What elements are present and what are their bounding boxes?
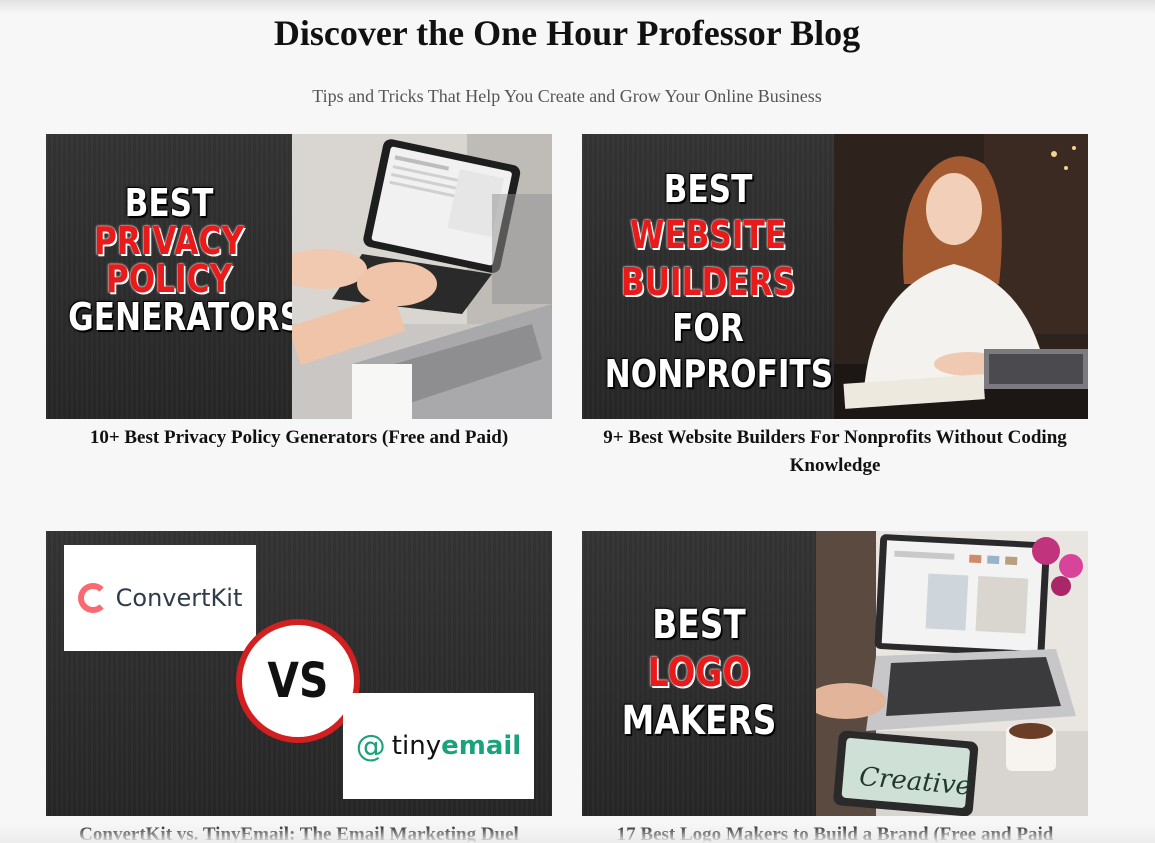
thumb-text-line: BUILDERS [620,259,796,304]
designer-laptop-photo: Creative [816,531,1088,816]
post-title-link[interactable]: 10+ Best Privacy Policy Generators (Free… [46,424,552,452]
tinyemail-logo-text-email: email [441,731,522,761]
versus-badge: VS [236,619,360,743]
post-title-link[interactable]: 9+ Best Website Builders For Nonprofits … [582,424,1088,480]
post-thumbnail[interactable]: BEST WEBSITE BUILDERS FOR NONPROFITS [582,134,1088,419]
post-card-website-builders[interactable]: BEST WEBSITE BUILDERS FOR NONPROFITS 9+ … [582,134,1088,480]
post-title-link[interactable]: 17 Best Logo Makers to Build a Brand (Fr… [582,821,1088,843]
thumb-text-line: GENERATORS [68,295,303,339]
post-title-link[interactable]: ConvertKit vs. TinyEmail: The Email Mark… [46,821,552,843]
thumb-text-line: BEST [124,181,214,225]
thumb-text-line: BEST [663,167,753,211]
tinyemail-logo-text-tiny: tiny [391,731,442,761]
thumb-text-line: LOGO [647,650,751,696]
versus-text: VS [267,653,329,709]
page-title: Discover the One Hour Professor Blog [273,13,861,53]
thumb-text-line: MAKERS [621,698,777,744]
post-card-privacy-policy[interactable]: BEST PRIVACY POLICY GENERATORS 10+ Best … [46,134,552,452]
thumb-text-line: BEST [652,602,746,648]
post-card-logo-makers[interactable]: BEST LOGO MAKERS Creative 17 Best Logo M… [582,531,1088,843]
thumbnail-title-text: BEST PRIVACY POLICY GENERATORS [68,181,303,339]
page-subtitle: Tips and Tricks That Help You Create and… [312,86,822,106]
convertkit-logo-box: ConvertKit [64,545,256,651]
woman-at-desk-photo [834,134,1088,419]
thumb-text-line: PRIVACY [94,219,244,263]
thumb-text-line: POLICY [105,257,233,301]
tinyemail-logo-box: @ tiny email [343,693,534,799]
convertkit-logo-text: ConvertKit [115,584,243,612]
thumb-text-line: WEBSITE [629,213,786,258]
post-thumbnail[interactable]: ConvertKit VS @ tiny email [46,531,552,816]
post-thumbnail[interactable]: BEST PRIVACY POLICY GENERATORS [46,134,552,419]
thumbnail-title-text: BEST LOGO MAKERS [603,601,795,745]
convertkit-logo-icon [77,583,108,613]
laptop-typing-photo [292,134,552,419]
post-thumbnail[interactable]: BEST LOGO MAKERS Creative [582,531,1088,816]
post-card-convertkit-vs-tinyemail[interactable]: ConvertKit VS @ tiny email ConvertKit vs… [46,531,552,843]
thumbnail-title-text: BEST WEBSITE BUILDERS FOR NONPROFITS [604,166,834,398]
at-sign-icon: @ [355,728,386,764]
thumb-text-line: NONPROFITS [604,352,834,397]
thumb-text-line: FOR [672,306,744,351]
